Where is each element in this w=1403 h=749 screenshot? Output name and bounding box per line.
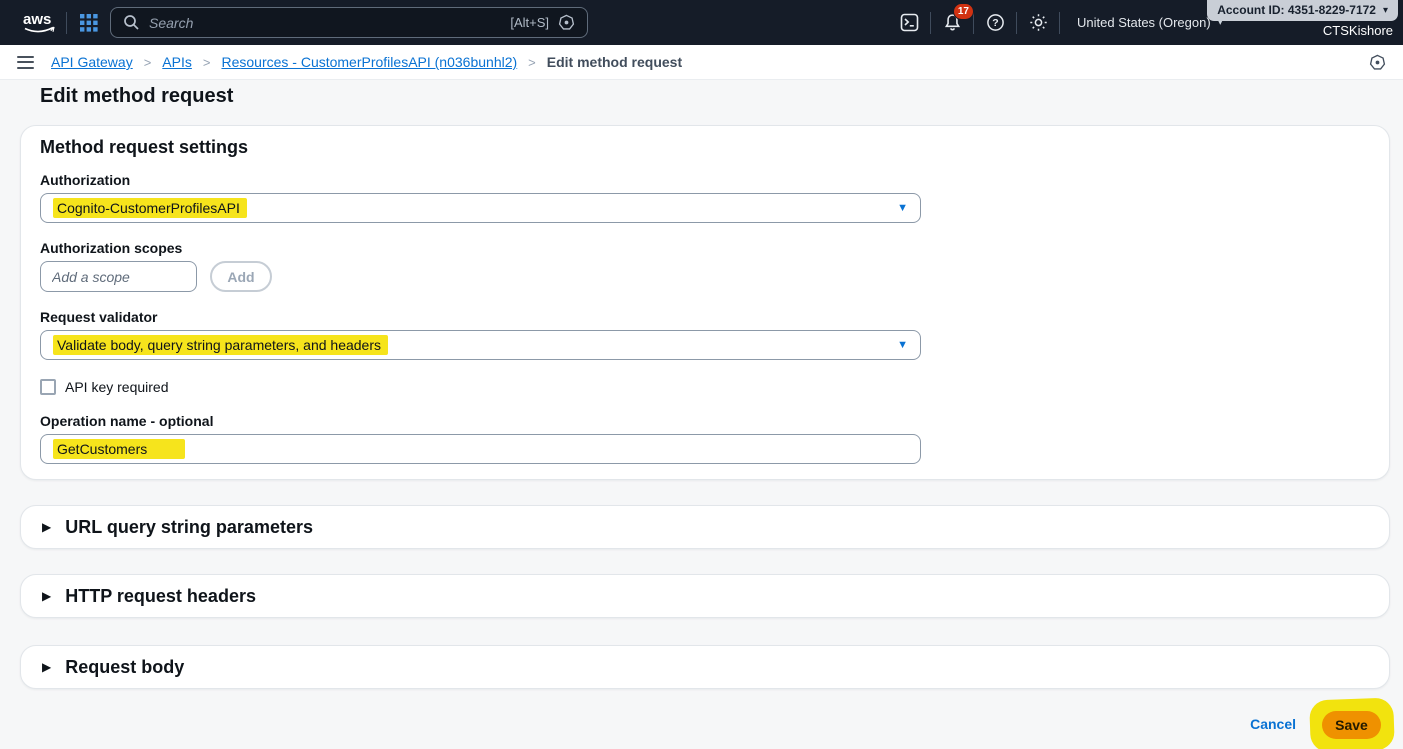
- divider: [930, 11, 931, 34]
- search-scope-icon: [558, 14, 575, 31]
- save-button-highlight-area: Save: [1309, 697, 1395, 749]
- authorization-select[interactable]: Cognito-CustomerProfilesAPI ▼: [40, 193, 921, 223]
- chevron-down-icon: ▾: [1382, 4, 1388, 16]
- section-url-query-string-parameters[interactable]: ▶ URL query string parameters: [20, 505, 1390, 549]
- section-label: HTTP request headers: [65, 585, 256, 606]
- side-nav-toggle-icon[interactable]: [17, 55, 34, 69]
- aws-logo-text: aws: [23, 11, 51, 28]
- breadcrumb-resources[interactable]: Resources - CustomerProfilesAPI (n036bun…: [221, 54, 517, 70]
- cancel-link[interactable]: Cancel: [1250, 716, 1296, 732]
- search-placeholder: Search: [149, 14, 194, 31]
- page-title: Edit method request: [40, 85, 234, 107]
- account-id-label: Account ID: 4351-8229-7172: [1217, 3, 1376, 17]
- breadcrumb-separator: >: [528, 54, 536, 70]
- divider: [1059, 11, 1060, 34]
- divider: [1016, 11, 1017, 34]
- request-validator-value: Validate body, query string parameters, …: [53, 335, 389, 355]
- authorization-label: Authorization: [40, 172, 131, 188]
- region-selector[interactable]: United States (Oregon) ▾: [1077, 15, 1223, 30]
- notifications-bell-icon[interactable]: 17: [940, 2, 974, 35]
- divider: [66, 12, 67, 34]
- operation-name-value: GetCustomers: [53, 439, 186, 459]
- global-search-input[interactable]: Search [Alt+S]: [110, 7, 588, 38]
- search-shortcut-hint: [Alt+S]: [510, 15, 549, 30]
- cloudshell-icon[interactable]: [897, 11, 921, 35]
- expand-triangle-icon: ▶: [42, 589, 52, 603]
- search-icon: [123, 14, 140, 31]
- topbar-utilities: 17 ? United States (Oregon) ▾: [897, 0, 1223, 45]
- scope-input[interactable]: [40, 261, 197, 292]
- breadcrumb: API Gateway > APIs > Resources - Custome…: [51, 54, 682, 70]
- help-glyph: ?: [992, 17, 998, 29]
- account-id-menu[interactable]: Account ID: 4351-8229-7172 ▾: [1207, 0, 1398, 21]
- operation-name-input[interactable]: GetCustomers: [40, 434, 921, 464]
- username-label: CTSKishore: [1322, 23, 1393, 38]
- expand-triangle-icon: ▶: [42, 520, 52, 534]
- section-http-request-headers[interactable]: ▶ HTTP request headers: [20, 574, 1390, 618]
- section-label: Request body: [65, 656, 185, 677]
- select-caret-icon: ▼: [897, 202, 908, 214]
- breadcrumb-api-gateway[interactable]: API Gateway: [51, 54, 133, 70]
- services-grid-icon[interactable]: [80, 14, 98, 37]
- top-nav-bar: aws Search [Alt+S] 17 ? United States (O…: [0, 0, 1403, 45]
- breadcrumb-separator: >: [202, 54, 211, 70]
- request-validator-select[interactable]: Validate body, query string parameters, …: [40, 330, 921, 360]
- select-caret-icon: ▼: [897, 339, 908, 351]
- method-request-settings-card: Method request settings Authorization Co…: [20, 125, 1390, 480]
- api-key-required-checkbox[interactable]: [40, 379, 56, 395]
- breadcrumb-apis[interactable]: APIs: [162, 54, 192, 70]
- authorization-scopes-label: Authorization scopes: [40, 240, 183, 256]
- operation-name-label: Operation name - optional: [40, 413, 214, 429]
- region-label: United States (Oregon): [1077, 15, 1211, 30]
- help-icon[interactable]: ?: [983, 11, 1007, 35]
- api-key-required-label: API key required: [65, 379, 169, 395]
- authorization-value: Cognito-CustomerProfilesAPI: [53, 198, 247, 218]
- notifications-count-badge: 17: [952, 2, 974, 20]
- aws-logo[interactable]: aws: [20, 9, 62, 41]
- breadcrumb-current-page: Edit method request: [546, 54, 683, 70]
- card-title: Method request settings: [40, 137, 249, 157]
- section-request-body[interactable]: ▶ Request body: [20, 645, 1390, 689]
- save-button[interactable]: Save: [1322, 711, 1381, 739]
- expand-triangle-icon: ▶: [42, 660, 52, 674]
- breadcrumb-bar: API Gateway > APIs > Resources - Custome…: [0, 45, 1403, 80]
- breadcrumb-separator: >: [143, 54, 152, 70]
- add-scope-button[interactable]: Add: [210, 261, 272, 292]
- aws-console-page: aws Search [Alt+S] 17 ? United States (O…: [0, 0, 1403, 749]
- page-settings-icon[interactable]: [1369, 54, 1386, 71]
- section-label: URL query string parameters: [65, 516, 313, 537]
- request-validator-label: Request validator: [40, 309, 158, 325]
- settings-gear-icon[interactable]: [1026, 11, 1050, 35]
